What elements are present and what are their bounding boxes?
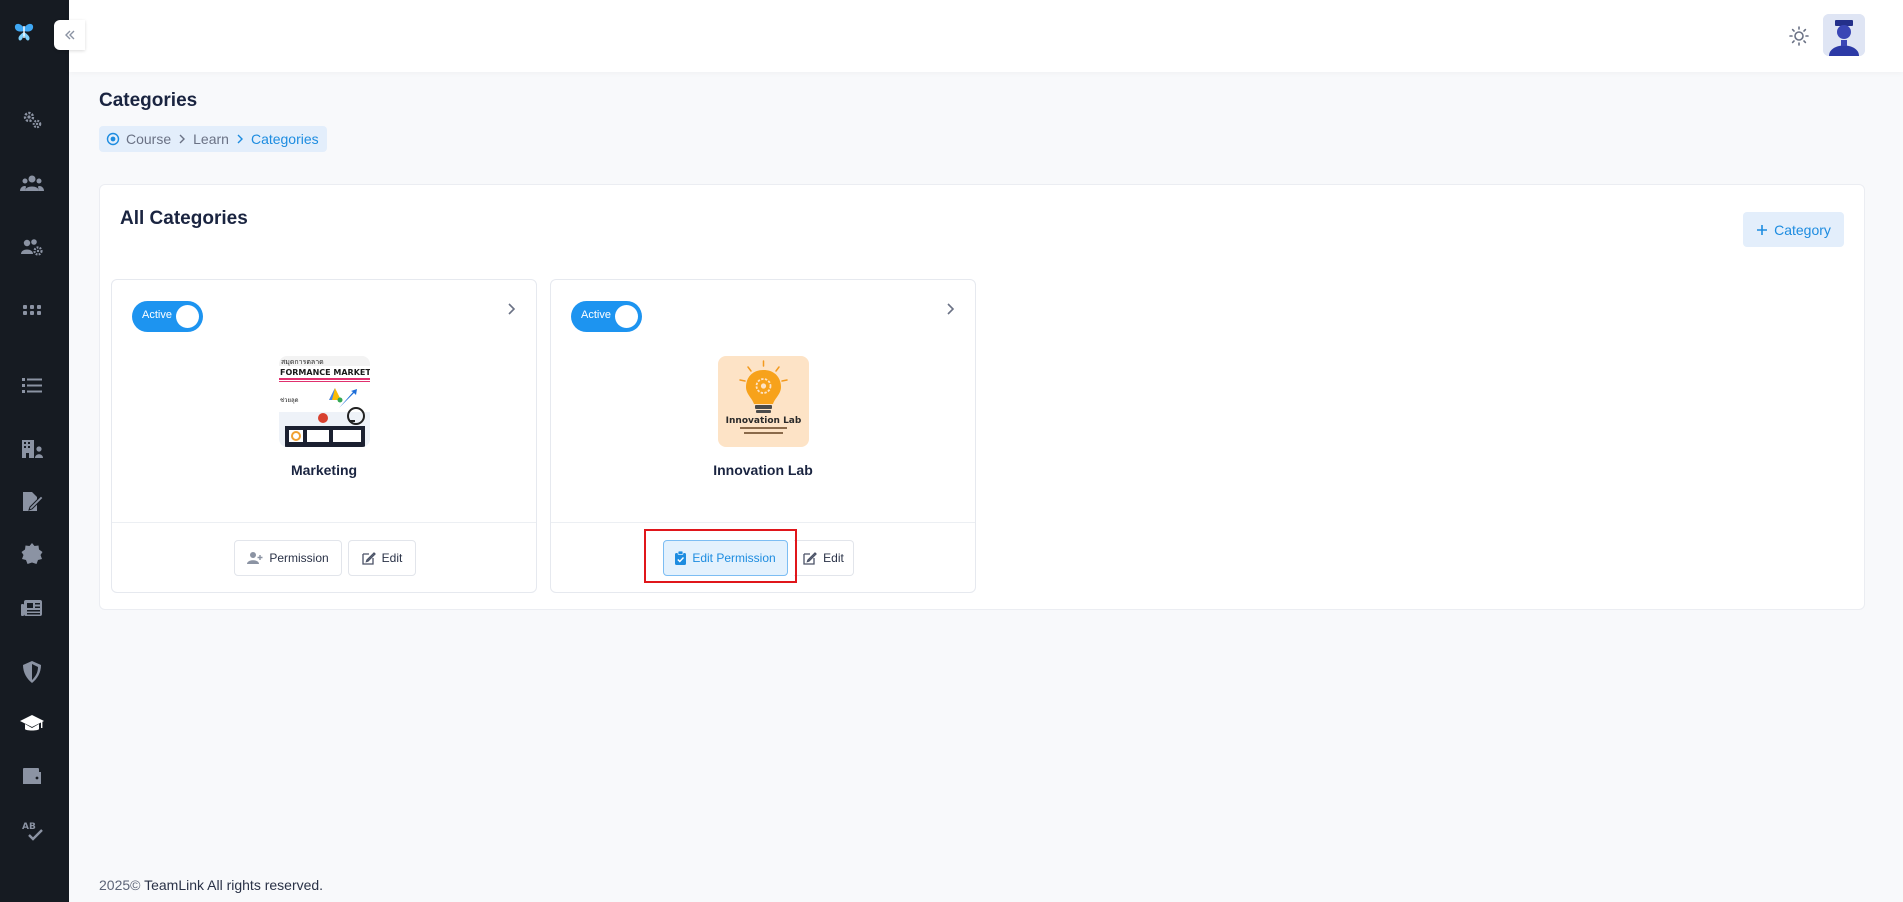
user-avatar[interactable]	[1823, 14, 1865, 56]
footer-year: 2025©	[99, 877, 141, 893]
svg-text:FORMANCE MARKET: FORMANCE MARKET	[280, 368, 370, 377]
status-toggle[interactable]: Active	[132, 301, 203, 332]
status-label: Active	[581, 309, 611, 321]
add-category-button[interactable]: Category	[1743, 212, 1844, 247]
user-plus-icon	[247, 552, 263, 564]
top-bar	[69, 0, 1903, 72]
graduation-cap-icon[interactable]	[19, 711, 45, 737]
wallet-icon[interactable]	[19, 763, 45, 789]
chevron-right-icon[interactable]	[506, 302, 518, 316]
category-card-marketing: Active สมุดการตลาด FORMANCE MARKET ช่วยล…	[111, 279, 537, 593]
breadcrumb-course[interactable]: Course	[126, 131, 171, 147]
list-icon[interactable]	[19, 372, 45, 398]
breadcrumb-learn[interactable]: Learn	[193, 131, 229, 147]
target-icon	[106, 132, 120, 146]
butterfly-logo-icon[interactable]	[12, 20, 36, 44]
category-thumbnail: สมุดการตลาด FORMANCE MARKET ช่วยลุด	[279, 356, 370, 447]
add-category-label: Category	[1774, 221, 1831, 238]
status-label: Active	[142, 309, 172, 321]
permission-label: Permission	[269, 551, 329, 565]
chevron-right-icon	[179, 134, 186, 144]
svg-text:AB: AB	[22, 822, 36, 832]
double-chevron-left-icon	[64, 30, 74, 40]
building-user-icon[interactable]	[19, 436, 45, 462]
page-title: Categories	[99, 90, 198, 111]
category-name: Innovation Lab	[713, 462, 813, 478]
card-divider	[551, 522, 975, 523]
spellcheck-icon[interactable]: AB	[19, 817, 45, 843]
chevron-right-icon	[237, 134, 243, 144]
badge-icon[interactable]	[19, 541, 45, 567]
edit-icon	[803, 552, 818, 565]
toggle-knob	[176, 305, 199, 328]
shield-icon[interactable]	[19, 659, 45, 685]
file-signature-icon[interactable]	[19, 489, 45, 515]
highlight-box	[644, 529, 797, 583]
sun-icon[interactable]	[1787, 24, 1811, 48]
toggle-knob	[615, 305, 638, 328]
permission-button[interactable]: Permission	[234, 540, 342, 576]
edit-button[interactable]: Edit	[794, 540, 854, 576]
edit-button[interactable]: Edit	[348, 540, 416, 576]
category-thumbnail: Innovation Lab	[718, 356, 809, 447]
sidebar-collapse-button[interactable]	[54, 20, 85, 50]
category-name: Marketing	[290, 462, 358, 478]
gears-icon[interactable]	[19, 107, 45, 133]
svg-text:สมุดการตลาด: สมุดการตลาด	[281, 358, 324, 366]
footer: 2025© TeamLink All rights reserved.	[99, 877, 323, 893]
panel-title: All Categories	[120, 208, 248, 229]
footer-text: TeamLink All rights reserved.	[144, 877, 324, 893]
grid-icon[interactable]	[19, 297, 45, 323]
categories-panel: All Categories Category Active สมุดการตล…	[99, 184, 1865, 610]
svg-text:ช่วยลุด: ช่วยลุด	[280, 397, 299, 404]
users-gear-icon[interactable]	[19, 234, 45, 260]
thumb-title: Innovation Lab	[726, 416, 802, 426]
plus-icon	[1757, 224, 1768, 235]
users-icon[interactable]	[19, 170, 45, 196]
status-toggle[interactable]: Active	[571, 301, 642, 332]
edit-label: Edit	[381, 551, 403, 565]
sidebar: AB	[0, 0, 69, 902]
card-divider	[112, 522, 536, 523]
edit-icon	[362, 552, 376, 565]
breadcrumb-categories: Categories	[250, 131, 319, 147]
breadcrumb: Course Learn Categories	[99, 126, 327, 152]
newspaper-icon[interactable]	[19, 595, 45, 621]
chevron-right-icon[interactable]	[945, 302, 957, 316]
edit-label: Edit	[823, 551, 844, 565]
